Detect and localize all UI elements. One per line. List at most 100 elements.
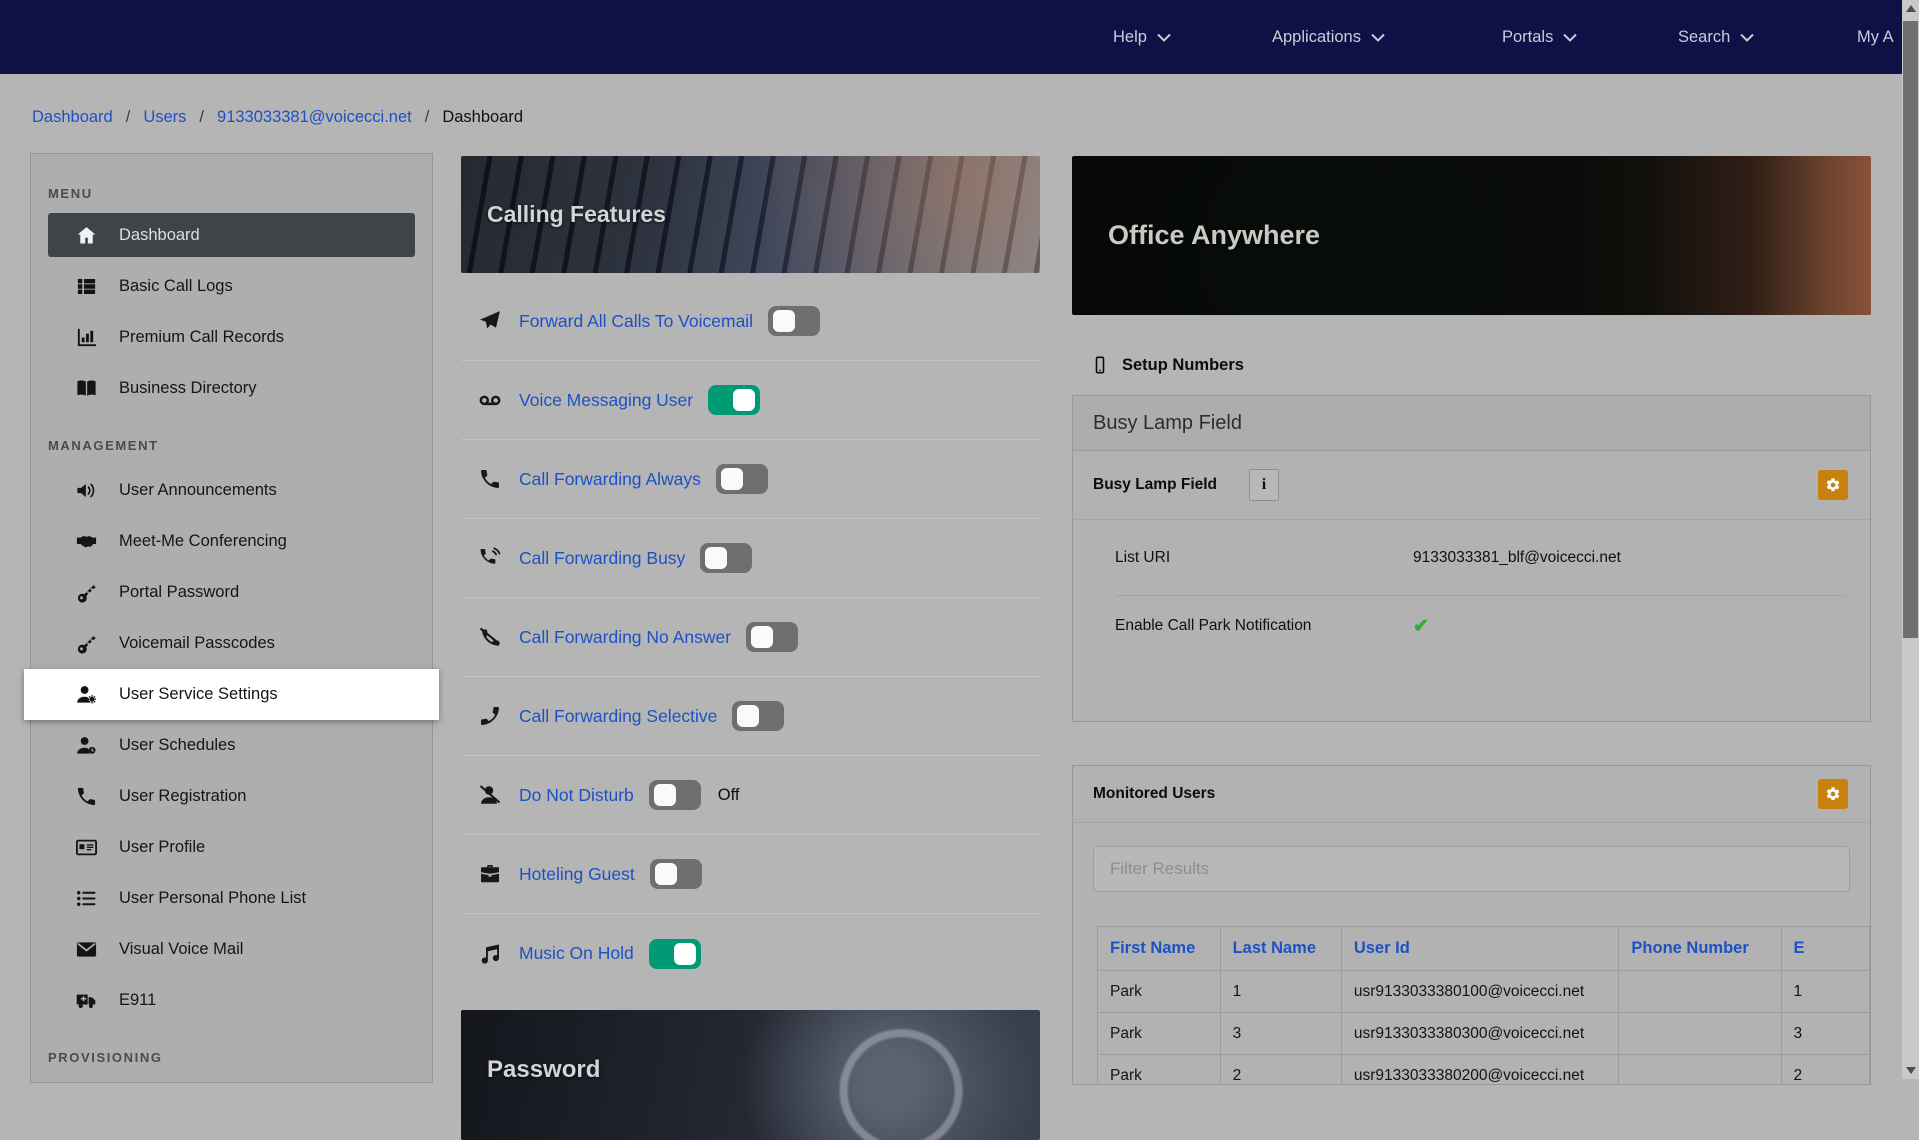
column-header-e[interactable]: E (1781, 927, 1869, 971)
chart-bar-icon (75, 326, 98, 349)
filter-results-input[interactable] (1093, 846, 1850, 892)
table-cell: usr9133033380200@voicecci.net (1341, 1055, 1619, 1086)
envelope-icon (75, 938, 98, 961)
toggle-knob (737, 705, 759, 727)
sidebar-item-meet-me-conferencing[interactable]: Meet-Me Conferencing (31, 516, 432, 567)
setup-numbers-link[interactable]: Setup Numbers (1090, 350, 1244, 380)
office-anywhere-title: Office Anywhere (1108, 220, 1320, 251)
sidebar: MENU Dashboard Basic Call Logs Premium Call… (30, 153, 433, 1083)
table-cell: Park (1098, 1013, 1221, 1055)
office-anywhere-card: Office Anywhere (1072, 156, 1871, 315)
info-button[interactable]: i (1249, 469, 1279, 501)
sidebar-item-label: Premium Call Records (119, 328, 284, 347)
sidebar-item-label: User Schedules (119, 736, 235, 755)
feature-link-forward-all-calls-to-voicemail[interactable]: Forward All Calls To Voicemail (519, 311, 753, 332)
breadcrumb-9133033381-voicecci-net-2[interactable]: 9133033381@voicecci.net (217, 108, 412, 127)
nav-item-applications[interactable]: Applications (1272, 0, 1385, 74)
briefcase-icon (478, 862, 502, 886)
sidebar-item-user-registration[interactable]: User Registration (31, 771, 432, 822)
phone-volume-icon (478, 546, 502, 570)
toggle-hoteling-guest[interactable] (650, 859, 702, 889)
user-gear-icon (75, 683, 98, 706)
sidebar-item-business-directory[interactable]: Business Directory (31, 363, 432, 414)
toggle-do-not-disturb[interactable] (649, 780, 701, 810)
table-cell: Park (1098, 971, 1221, 1013)
monitored-users-settings-button[interactable] (1818, 779, 1848, 809)
volume-up-icon (75, 479, 98, 502)
table-cell (1619, 1013, 1781, 1055)
table-row: Park3usr9133033380300@voicecci.net3 (1098, 1013, 1870, 1055)
sidebar-item-e911[interactable]: E911 (31, 975, 432, 1026)
column-header-first-name[interactable]: First Name (1098, 927, 1221, 971)
sidebar-item-visual-voice-mail[interactable]: Visual Voice Mail (31, 924, 432, 975)
user-slash-icon (478, 783, 502, 807)
nav-item-my-a[interactable]: My A (1857, 0, 1894, 74)
column-header-phone-number[interactable]: Phone Number (1619, 927, 1781, 971)
toggle-voice-messaging-user[interactable] (708, 385, 760, 415)
busy-lamp-field-settings-button[interactable] (1818, 470, 1848, 500)
sidebar-section-header-menu: MENU (31, 186, 432, 201)
sidebar-item-dashboard[interactable]: Dashboard (48, 213, 415, 257)
feature-row-music-on-hold: Music On Hold (461, 914, 1040, 993)
toggle-knob (674, 943, 696, 965)
scroll-up-icon (1906, 5, 1916, 12)
sidebar-item-portal-password[interactable]: Portal Password (31, 567, 432, 618)
feature-link-music-on-hold[interactable]: Music On Hold (519, 943, 634, 964)
feature-link-hoteling-guest[interactable]: Hoteling Guest (519, 864, 635, 885)
toggle-knob (733, 389, 755, 411)
feature-row-forward-all-calls-to-voicemail: Forward All Calls To Voicemail (461, 282, 1040, 361)
ambulance-icon (75, 989, 98, 1012)
toggle-knob (655, 863, 677, 885)
sidebar-item-user-personal-phone-list[interactable]: User Personal Phone List (31, 873, 432, 924)
sidebar-item-user-profile[interactable]: User Profile (31, 822, 432, 873)
sidebar-item-label: Business Directory (119, 379, 257, 398)
toggle-call-forwarding-no-answer[interactable] (746, 622, 798, 652)
list-ul-icon (75, 887, 98, 910)
feature-link-call-forwarding-always[interactable]: Call Forwarding Always (519, 469, 701, 490)
id-card-icon (75, 836, 98, 859)
feature-link-voice-messaging-user[interactable]: Voice Messaging User (519, 390, 693, 411)
feature-link-do-not-disturb[interactable]: Do Not Disturb (519, 785, 634, 806)
toggle-call-forwarding-busy[interactable] (700, 543, 752, 573)
sidebar-item-label: Meet-Me Conferencing (119, 532, 287, 551)
column-header-user-id[interactable]: User Id (1341, 927, 1619, 971)
table-cell: usr9133033380100@voicecci.net (1341, 971, 1619, 1013)
sidebar-item-label: Dashboard (119, 226, 200, 245)
nav-item-help[interactable]: Help (1113, 0, 1171, 74)
breadcrumb-dashboard-0[interactable]: Dashboard (32, 108, 113, 127)
scrollbar-up-button[interactable] (1902, 0, 1919, 17)
toggle-forward-all-calls-to-voicemail[interactable] (768, 306, 820, 336)
feature-link-call-forwarding-busy[interactable]: Call Forwarding Busy (519, 548, 685, 569)
chevron-down-icon (1157, 33, 1171, 42)
feature-row-call-forwarding-busy: Call Forwarding Busy (461, 519, 1040, 598)
nav-item-search[interactable]: Search (1678, 0, 1754, 74)
sidebar-section-header-provisioning: PROVISIONING (31, 1050, 432, 1065)
scrollbar-down-button[interactable] (1902, 1062, 1919, 1079)
column-header-last-name[interactable]: Last Name (1220, 927, 1341, 971)
phone-flip-icon (478, 704, 502, 728)
sidebar-item-basic-call-logs[interactable]: Basic Call Logs (31, 261, 432, 312)
list-uri-row: List URI 9133033381_blf@voicecci.net (1073, 520, 1870, 595)
scrollbar-thumb[interactable] (1903, 21, 1918, 638)
sidebar-item-user-service-settings[interactable]: User Service Settings (24, 669, 439, 720)
toggle-music-on-hold[interactable] (649, 939, 701, 969)
feature-row-voice-messaging-user: Voice Messaging User (461, 361, 1040, 440)
toggle-call-forwarding-selective[interactable] (732, 701, 784, 731)
sidebar-item-user-announcements[interactable]: User Announcements (31, 465, 432, 516)
sidebar-item-voicemail-passcodes[interactable]: Voicemail Passcodes (31, 618, 432, 669)
monitored-users-panel: Monitored Users First NameLast NameUser … (1072, 765, 1871, 1085)
sidebar-item-user-schedules[interactable]: User Schedules (31, 720, 432, 771)
nav-item-portals[interactable]: Portals (1502, 0, 1577, 74)
feature-link-call-forwarding-no-answer[interactable]: Call Forwarding No Answer (519, 627, 731, 648)
call-park-notification-label: Enable Call Park Notification (1115, 617, 1413, 635)
top-navbar: Help Applications Portals Search My A (0, 0, 1919, 74)
toggle-call-forwarding-always[interactable] (716, 464, 768, 494)
breadcrumb-users-1[interactable]: Users (143, 108, 186, 127)
check-icon: ✔ (1413, 617, 1429, 636)
sidebar-item-premium-call-records[interactable]: Premium Call Records (31, 312, 432, 363)
page-scrollbar[interactable] (1902, 0, 1919, 1079)
sidebar-item-label: Visual Voice Mail (119, 940, 243, 959)
feature-link-call-forwarding-selective[interactable]: Call Forwarding Selective (519, 706, 717, 727)
busy-lamp-field-panel-title: Busy Lamp Field (1073, 396, 1870, 451)
setup-numbers-label: Setup Numbers (1122, 356, 1244, 375)
